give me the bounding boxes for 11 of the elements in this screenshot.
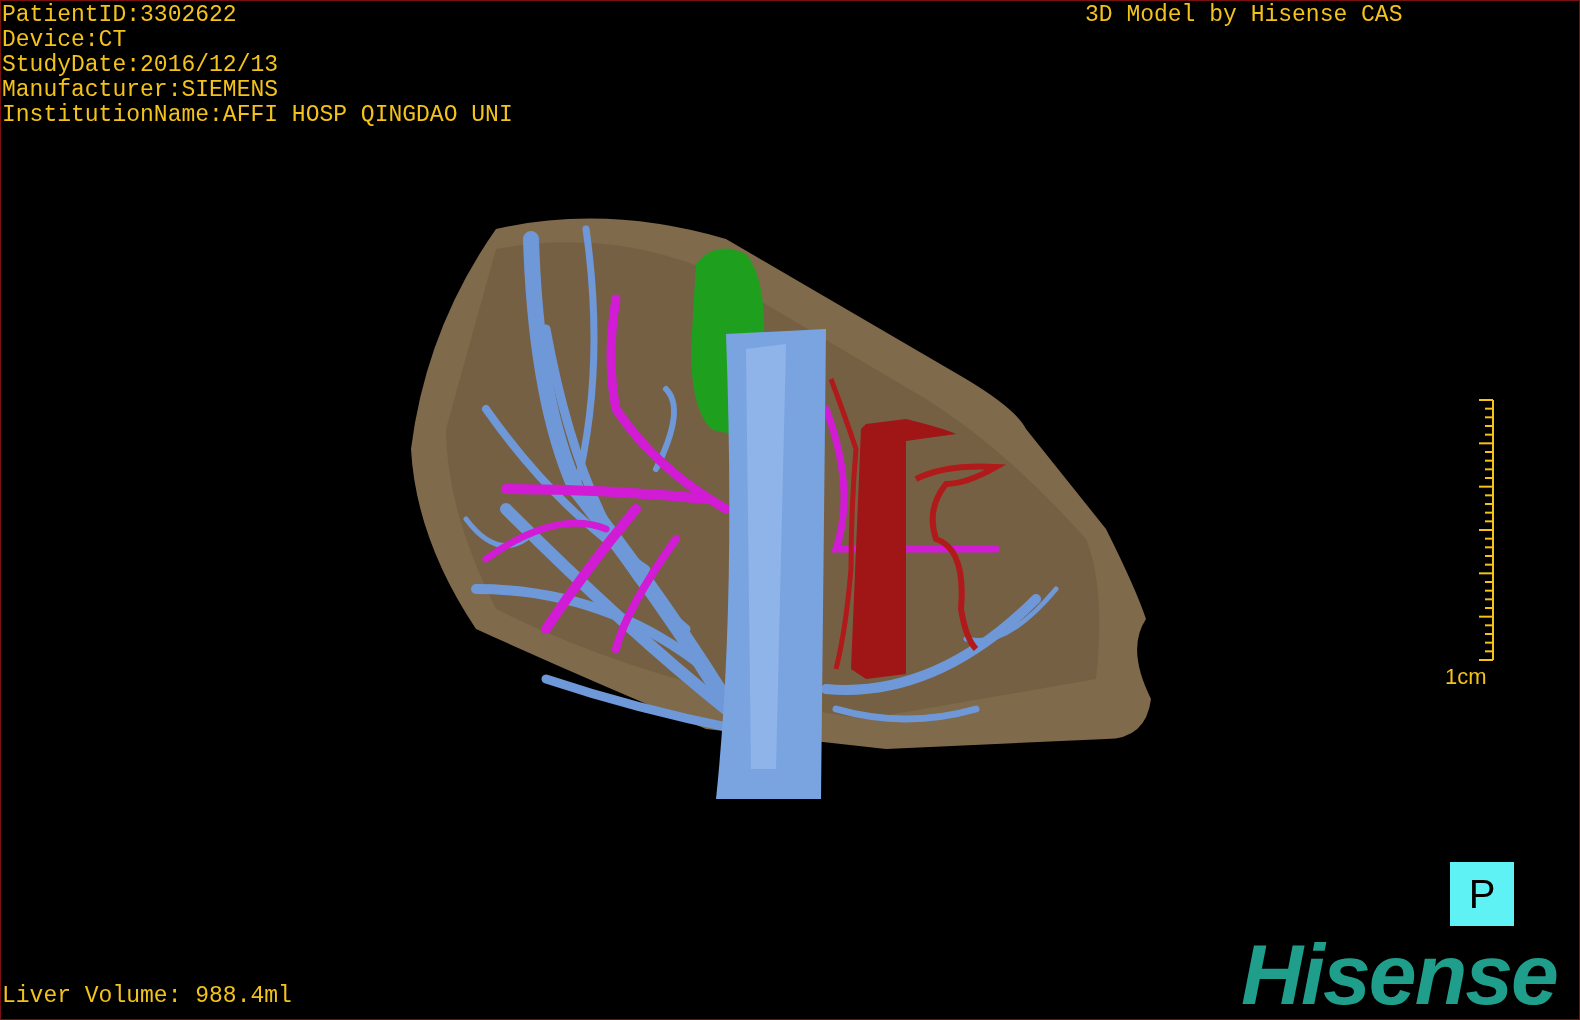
patient-info-text: InstitutionName:AFFI HOSP QINGDAO UNI [2, 103, 513, 128]
patient-info-text: Device:CT [2, 28, 128, 53]
patient-info-text: StudyDate:2016/12/13 [2, 53, 280, 78]
patient-info-text: PatientID:3302622 [2, 3, 238, 28]
scale-label: 1cm [1445, 665, 1487, 689]
liver-volume-label: Liver Volume: 988.4ml [2, 984, 292, 1009]
view-orientation-button[interactable]: P [1450, 862, 1514, 926]
patient-info-text: Manufacturer:SIEMENS [2, 78, 280, 103]
scale-bar-icon [1478, 399, 1494, 661]
brand-logo: Hisense [1241, 931, 1557, 1017]
model-credit: 3D Model by Hisense CAS [1085, 3, 1403, 28]
